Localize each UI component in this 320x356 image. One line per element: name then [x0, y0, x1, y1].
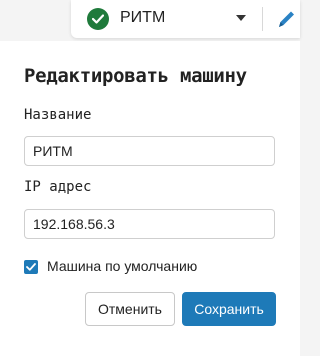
ip-address-input[interactable]	[24, 209, 275, 239]
default-machine-label[interactable]: Машина по умолчанию	[47, 258, 197, 274]
check-circle-icon	[87, 8, 109, 30]
ip-label: IP адрес	[24, 179, 92, 195]
save-button[interactable]: Сохранить	[182, 292, 276, 326]
machine-selector-value[interactable]: РИТМ	[120, 9, 165, 27]
name-input[interactable]	[24, 136, 275, 166]
pencil-icon[interactable]	[275, 7, 297, 36]
divider	[262, 7, 263, 31]
dialog-title: Редактировать машину	[24, 65, 247, 87]
machine-selector-bar: РИТМ	[71, 0, 300, 38]
edit-machine-dialog: Редактировать машину Название IP адрес М…	[0, 41, 300, 356]
default-machine-checkbox[interactable]	[24, 260, 38, 274]
name-label: Название	[24, 107, 92, 123]
cancel-button[interactable]: Отменить	[85, 292, 175, 326]
chevron-down-icon[interactable]	[236, 15, 246, 21]
